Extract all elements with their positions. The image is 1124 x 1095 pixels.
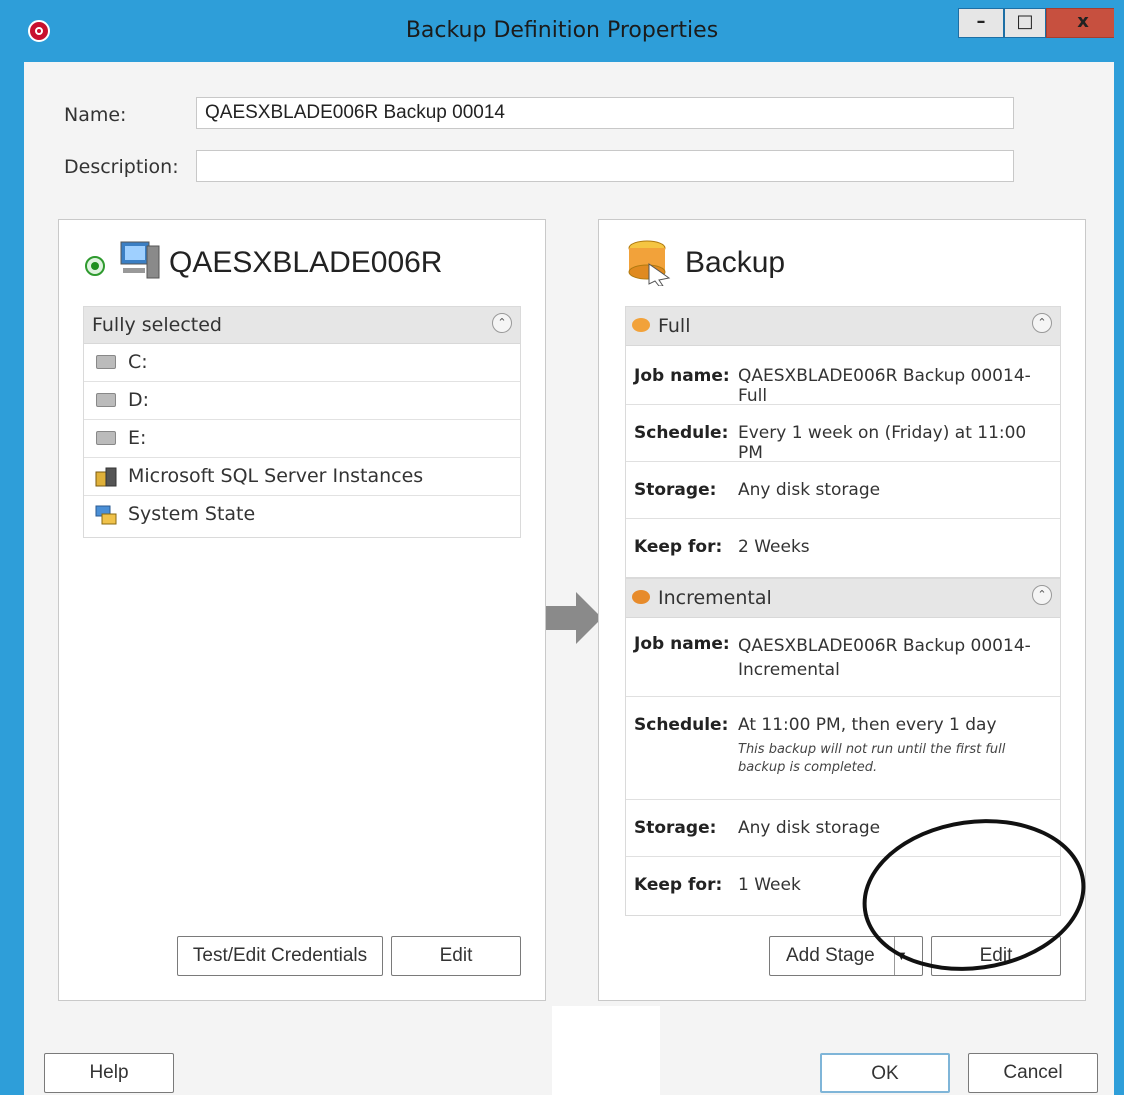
stage-name: Full <box>658 315 691 337</box>
backup-database-icon <box>628 240 671 286</box>
prop-value-wrap: At 11:00 PM, then every 1 day This backu… <box>738 715 1052 777</box>
collapse-chevron-icon[interactable]: ⌃ <box>1032 313 1052 333</box>
system-state-icon <box>95 505 117 525</box>
source-title: QAESXBLADE006R <box>169 246 443 279</box>
list-item-d[interactable]: D: <box>84 382 520 420</box>
collapse-chevron-icon[interactable]: ⌃ <box>492 313 512 333</box>
backup-definition-window: Backup Definition Properties – □ x Name:… <box>0 0 1124 1095</box>
drive-icon <box>96 431 116 445</box>
cancel-button[interactable]: Cancel <box>968 1053 1098 1093</box>
list-item-label: Microsoft SQL Server Instances <box>128 465 424 487</box>
window-title: Backup Definition Properties <box>405 18 719 43</box>
list-item-label: D: <box>128 389 150 411</box>
prop-key: Schedule: <box>634 715 729 735</box>
computer-icon <box>120 241 160 279</box>
description-label: Description: <box>64 156 179 178</box>
prop-value: QAESXBLADE006R Backup 00014-Incremental <box>738 636 1031 680</box>
window-frame-left <box>0 0 24 1095</box>
source-list: Fully selected ⌃ C: D: E: Microsoft SQL … <box>83 306 521 538</box>
collapse-chevron-icon[interactable]: ⌃ <box>1032 585 1052 605</box>
ok-button[interactable]: OK <box>820 1053 950 1093</box>
description-field[interactable] <box>196 150 1014 182</box>
stage-name: Incremental <box>658 587 772 609</box>
prop-value: At 11:00 PM, then every 1 day <box>738 715 997 735</box>
name-field[interactable]: QAESXBLADE006R Backup 00014 <box>196 97 1014 129</box>
list-item-system-state[interactable]: System State <box>84 496 520 533</box>
list-header: Fully selected ⌃ <box>84 307 520 344</box>
stage-incremental-icon <box>632 590 650 604</box>
list-header-label: Fully selected <box>92 314 222 336</box>
source-panel: QAESXBLADE006R Fully selected ⌃ C: D: E: <box>58 219 546 1001</box>
title-bar[interactable]: Backup Definition Properties – □ x <box>0 0 1124 62</box>
list-item-label: E: <box>128 427 147 449</box>
list-item-c[interactable]: C: <box>84 344 520 382</box>
prop-storage: Storage: Any disk storage <box>626 462 1060 519</box>
prop-key: Keep for: <box>634 875 723 895</box>
green-status-icon <box>85 256 105 276</box>
stage-full-icon <box>632 318 650 332</box>
prop-keep-for: Keep for: 2 Weeks <box>626 519 1060 575</box>
prop-job-name: Job name: QAESXBLADE006R Backup 00014-Fu… <box>626 346 1060 406</box>
prop-value: Every 1 week on (Friday) at 11:00 PM <box>738 423 1027 463</box>
prop-key: Schedule: <box>634 423 729 443</box>
window-frame-right <box>1114 0 1124 1095</box>
prop-key: Job name: <box>634 634 730 654</box>
arrow-right-icon <box>546 592 602 644</box>
prop-schedule: Schedule: At 11:00 PM, then every 1 day … <box>626 697 1060 800</box>
background-gap <box>552 1006 660 1095</box>
prop-key: Keep for: <box>634 537 723 557</box>
list-item-sql[interactable]: Microsoft SQL Server Instances <box>84 458 520 496</box>
minimize-button[interactable]: – <box>958 8 1004 38</box>
list-item-label: System State <box>128 503 256 525</box>
prop-value: QAESXBLADE006R Backup 00014-Full <box>738 366 1031 406</box>
backup-title: Backup <box>685 246 786 279</box>
prop-key: Storage: <box>634 480 717 500</box>
prop-value: 2 Weeks <box>738 537 810 557</box>
prop-key: Storage: <box>634 818 717 838</box>
prop-key: Job name: <box>634 366 730 386</box>
maximize-button[interactable]: □ <box>1004 8 1046 38</box>
stage-full: Full ⌃ Job name: QAESXBLADE006R Backup 0… <box>625 306 1061 578</box>
add-stage-label: Add Stage <box>786 945 875 966</box>
schedule-note: This backup will not run until the first… <box>738 742 1006 775</box>
stage-header-incremental[interactable]: Incremental ⌃ <box>626 579 1060 618</box>
stage-header-full[interactable]: Full ⌃ <box>626 307 1060 346</box>
drive-icon <box>96 393 116 407</box>
prop-schedule: Schedule: Every 1 week on (Friday) at 11… <box>626 405 1060 463</box>
list-item-label: C: <box>128 351 148 373</box>
list-item-e[interactable]: E: <box>84 420 520 458</box>
prop-job-name: Job name: QAESXBLADE006R Backup 00014-In… <box>626 618 1060 697</box>
source-edit-button[interactable]: Edit <box>391 936 521 976</box>
test-edit-credentials-button[interactable]: Test/Edit Credentials <box>177 936 383 976</box>
drive-icon <box>96 355 116 369</box>
close-button[interactable]: x <box>1046 8 1120 38</box>
help-button[interactable]: Help <box>44 1053 174 1093</box>
name-label: Name: <box>64 104 127 126</box>
prop-value: Any disk storage <box>738 480 881 500</box>
database-icon <box>95 467 117 487</box>
